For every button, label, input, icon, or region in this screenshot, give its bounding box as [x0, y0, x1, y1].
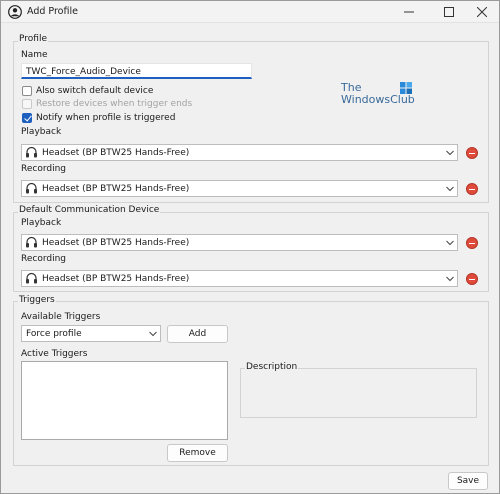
headset-device-icon — [26, 236, 37, 248]
description-box — [240, 368, 477, 418]
communication-playback-dropdown[interactable]: Headset (BP BTW25 Hands-Free) — [21, 234, 458, 251]
description-label: Description — [245, 362, 299, 372]
close-icon — [477, 7, 487, 17]
communication-recording-label: Recording — [21, 254, 67, 264]
chevron-down-icon — [446, 150, 454, 156]
maximize-button[interactable] — [431, 1, 467, 23]
add-trigger-button[interactable]: Add — [167, 325, 228, 343]
communication-playback-value: Headset (BP BTW25 Hands-Free) — [42, 238, 190, 248]
profile-playback-dropdown[interactable]: Headset (BP BTW25 Hands-Free) — [21, 144, 458, 161]
headset-device-icon — [26, 272, 37, 284]
chevron-down-icon — [446, 240, 454, 246]
profile-recording-dropdown[interactable]: Headset (BP BTW25 Hands-Free) — [21, 180, 458, 197]
headset-device-icon — [26, 182, 37, 194]
available-triggers-dropdown[interactable]: Force profile — [21, 325, 161, 342]
available-triggers-value: Force profile — [26, 329, 82, 339]
communication-recording-value: Headset (BP BTW25 Hands-Free) — [42, 274, 190, 284]
profile-name-field[interactable]: TWC_Force_Audio_Device — [21, 63, 252, 79]
chevron-down-icon — [446, 186, 454, 192]
minimize-icon — [404, 11, 414, 13]
also-switch-default-label: Also switch default device — [36, 86, 154, 96]
active-triggers-label: Active Triggers — [21, 349, 88, 359]
available-triggers-label: Available Triggers — [21, 312, 101, 322]
triggers-group-title: Triggers — [18, 295, 56, 305]
restore-devices-label: Restore devices when trigger ends — [36, 99, 193, 109]
chevron-down-icon — [446, 276, 454, 282]
profile-group-title: Profile — [18, 34, 48, 44]
maximize-icon — [444, 7, 454, 17]
active-triggers-list[interactable] — [21, 361, 228, 440]
logo-line2: WindowsClub — [341, 93, 415, 106]
notify-triggered-label: Notify when profile is triggered — [36, 113, 176, 123]
remove-trigger-button[interactable]: Remove — [167, 444, 228, 462]
name-label: Name — [21, 50, 48, 60]
chevron-down-icon — [149, 331, 157, 337]
restore-devices-checkbox[interactable] — [22, 99, 32, 109]
profile-playback-label: Playback — [21, 127, 62, 137]
remove-profile-playback-button[interactable] — [466, 147, 478, 159]
window-title: Add Profile — [27, 6, 78, 17]
profile-recording-label: Recording — [21, 164, 67, 174]
headset-device-icon — [26, 146, 37, 158]
communication-playback-label: Playback — [21, 218, 62, 228]
minimize-button[interactable] — [391, 1, 427, 23]
profile-playback-value: Headset (BP BTW25 Hands-Free) — [42, 148, 190, 158]
windowsclub-logo: The WindowsClub — [341, 81, 421, 106]
also-switch-default-checkbox[interactable] — [22, 86, 32, 96]
remove-profile-recording-button[interactable] — [466, 183, 478, 195]
profile-recording-value: Headset (BP BTW25 Hands-Free) — [42, 184, 190, 194]
notify-triggered-checkbox[interactable] — [22, 113, 32, 123]
remove-communication-recording-button[interactable] — [466, 273, 478, 285]
close-button[interactable] — [464, 1, 500, 23]
add-profile-window: Add Profile Profile Name TWC_Force_Audio… — [0, 0, 500, 494]
remove-communication-playback-button[interactable] — [466, 237, 478, 249]
user-icon — [8, 5, 22, 19]
communication-group-title: Default Communication Device — [18, 205, 161, 215]
title-bar: Add Profile — [1, 1, 499, 23]
communication-recording-dropdown[interactable]: Headset (BP BTW25 Hands-Free) — [21, 270, 458, 287]
save-button[interactable]: Save — [448, 472, 488, 490]
